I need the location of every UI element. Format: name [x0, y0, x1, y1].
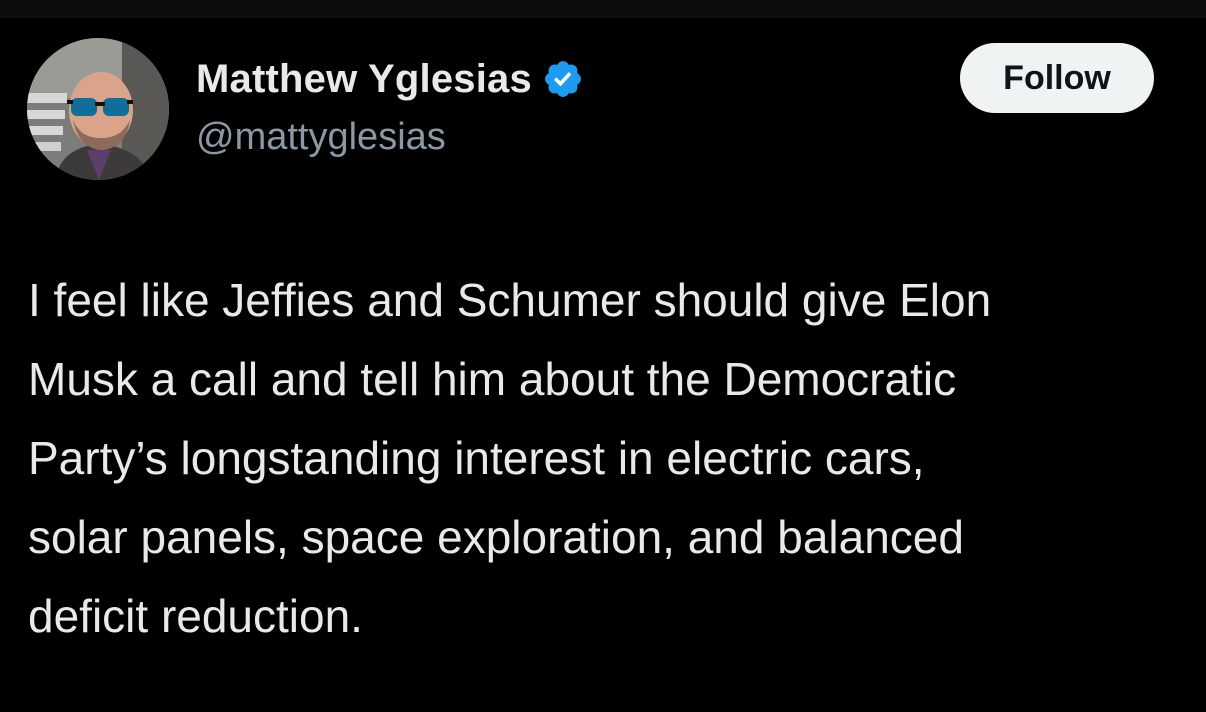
tweet-text-line: Party’s longstanding interest in electri…: [28, 432, 925, 484]
top-strip: [0, 0, 1206, 18]
tweet-text-line: deficit reduction.: [28, 590, 363, 642]
tweet-text-line: solar panels, space exploration, and bal…: [28, 511, 964, 563]
verified-badge-icon: [542, 58, 584, 100]
follow-button[interactable]: Follow: [960, 43, 1154, 113]
author-name-row: Matthew Yglesias: [196, 56, 584, 102]
tweet-text-line: Musk a call and tell him about the Democ…: [28, 353, 957, 405]
tweet-text: I feel like Jeffies and Schumer should g…: [28, 261, 1178, 656]
tweet-card: Matthew Yglesias @mattyglesias Follow I …: [0, 18, 1206, 712]
avatar[interactable]: [27, 38, 169, 180]
author-handle[interactable]: @mattyglesias: [196, 116, 446, 159]
author-display-name[interactable]: Matthew Yglesias: [196, 57, 532, 102]
tweet-text-line: I feel like Jeffies and Schumer should g…: [28, 274, 992, 326]
avatar-photo: [27, 38, 169, 180]
